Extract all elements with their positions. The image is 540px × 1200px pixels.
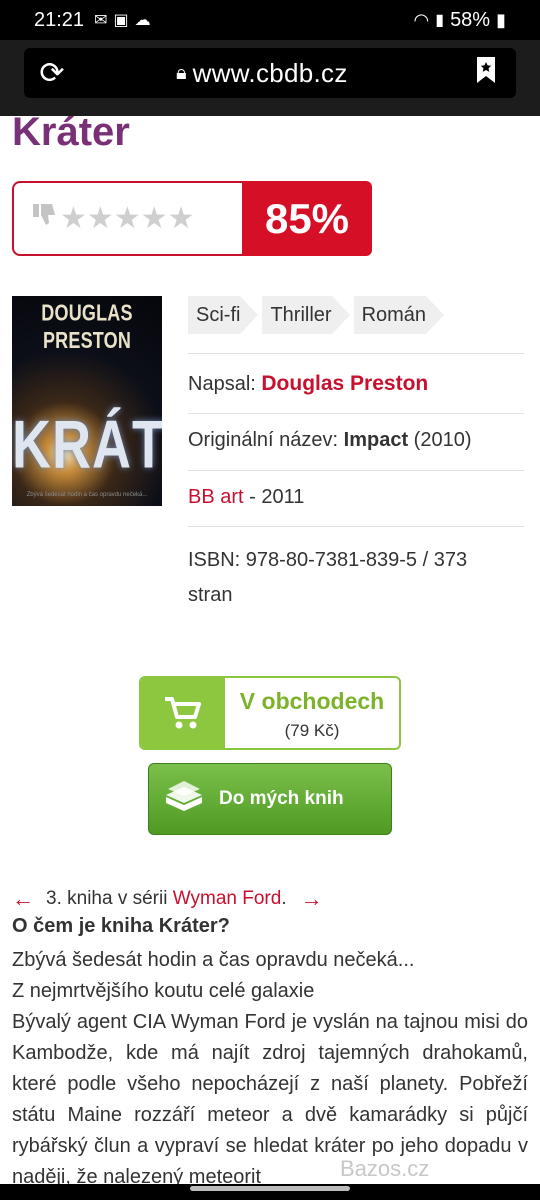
genre-tag[interactable]: Román bbox=[353, 296, 445, 334]
description-line: Bývalý agent CIA Wyman Ford je vyslán na… bbox=[12, 1011, 528, 1188]
star-icon[interactable]: ★ bbox=[114, 201, 141, 236]
cover-author: DOUGLAS PRESTON bbox=[41, 299, 133, 353]
add-to-my-books-button[interactable]: Do mých knih bbox=[148, 763, 392, 835]
page-content: Kráter ★ ★ ★ ★ ★ 85% DOUGLAS PRESTON KRÁ… bbox=[0, 116, 540, 1200]
books-icon bbox=[149, 777, 219, 822]
series-suffix: . bbox=[281, 888, 287, 909]
divider bbox=[188, 413, 524, 414]
author-link[interactable]: Douglas Preston bbox=[261, 372, 428, 395]
shops-label: V obchodech bbox=[239, 688, 385, 714]
status-bar: 21:21 ✉ ▣ ☁ ◠ ▮ 58% ▮ bbox=[0, 0, 540, 40]
cart-icon bbox=[141, 678, 225, 748]
publisher-link[interactable]: BB art bbox=[188, 486, 244, 508]
mail-icon: ✉ bbox=[94, 12, 108, 29]
isbn-text: ISBN: 978-80-7381-839-5 / 373 bbox=[188, 549, 468, 571]
battery-percent: 58% bbox=[450, 8, 491, 31]
description: Zbývá šedesát hodin a čas opravdu nečeká… bbox=[12, 945, 528, 1193]
author-label: Napsal: bbox=[188, 373, 256, 395]
cover-title: KRÁTER bbox=[12, 407, 162, 483]
publisher-year: - 2011 bbox=[249, 486, 305, 508]
shops-price: (79 Kč) bbox=[284, 721, 340, 740]
book-cover[interactable]: DOUGLAS PRESTON KRÁTER Zbývá šedesát hod… bbox=[12, 296, 162, 506]
bookmark-icon[interactable] bbox=[456, 56, 516, 91]
rating-percent: 85% bbox=[242, 181, 372, 256]
gallery-icon: ▣ bbox=[113, 12, 129, 29]
original-year: (2010) bbox=[413, 429, 472, 451]
star-icon[interactable]: ★ bbox=[168, 201, 195, 236]
description-heading: O čem je kniha Kráter? bbox=[12, 915, 230, 937]
divider bbox=[188, 353, 524, 354]
publisher-row: BB art - 2011 bbox=[188, 486, 524, 509]
my-books-label: Do mých knih bbox=[219, 788, 344, 809]
wifi-icon: ◠ bbox=[413, 9, 430, 30]
reload-icon[interactable]: ⟳ bbox=[24, 56, 80, 91]
browser-toolbar: ⟳ 🔒︎ www.cbdb.cz bbox=[0, 40, 540, 116]
prev-arrow-icon[interactable]: ← bbox=[12, 886, 34, 912]
author-row: Napsal: Douglas Preston bbox=[188, 372, 524, 396]
pages-word: stran bbox=[188, 584, 233, 606]
shops-button[interactable]: V obchodech (79 Kč) bbox=[139, 676, 401, 750]
description-line: Z nejmrtvějšího koutu celé galaxie bbox=[12, 980, 315, 1002]
cloud-icon: ☁ bbox=[134, 12, 151, 29]
book-title: Kráter bbox=[12, 116, 130, 154]
isbn-row: ISBN: 978-80-7381-839-5 / 373 stran bbox=[188, 543, 524, 613]
genre-tags: Sci-fi Thriller Román bbox=[188, 296, 448, 334]
genre-tag[interactable]: Sci-fi bbox=[188, 296, 260, 334]
signal-icon: ▮ bbox=[435, 12, 445, 29]
star-icon[interactable]: ★ bbox=[60, 201, 87, 236]
cover-tagline: Zbývá šedesát hodin a čas opravdu nečeká… bbox=[26, 492, 148, 498]
original-title-row: Originální název: Impact (2010) bbox=[188, 429, 524, 452]
clock: 21:21 bbox=[34, 8, 85, 31]
watermark: Bazos.cz bbox=[340, 1156, 430, 1181]
star-icon[interactable]: ★ bbox=[141, 201, 168, 236]
divider bbox=[188, 470, 524, 471]
genre-tag[interactable]: Thriller bbox=[262, 296, 350, 334]
divider bbox=[188, 526, 524, 527]
url-text[interactable]: www.cbdb.cz bbox=[193, 58, 348, 89]
original-title: Impact bbox=[343, 429, 409, 451]
next-arrow-icon[interactable]: → bbox=[301, 886, 323, 912]
star-icon[interactable]: ★ bbox=[87, 201, 114, 236]
lock-icon: 🔒︎ bbox=[176, 61, 187, 84]
rating-widget: ★ ★ ★ ★ ★ 85% bbox=[12, 181, 372, 256]
series-prefix: 3. kniha v sérii bbox=[46, 888, 168, 909]
original-title-label: Originální název: bbox=[188, 429, 339, 451]
home-indicator[interactable] bbox=[190, 1186, 350, 1191]
star-rating[interactable]: ★ ★ ★ ★ ★ bbox=[12, 181, 244, 256]
battery-icon: ▮ bbox=[496, 9, 506, 30]
description-line: Zbývá šedesát hodin a čas opravdu nečeká… bbox=[12, 949, 415, 971]
series-nav: ← 3. kniha v sérii Wyman Ford. → bbox=[12, 886, 323, 912]
address-bar[interactable]: ⟳ 🔒︎ www.cbdb.cz bbox=[24, 48, 516, 98]
thumbs-down-icon[interactable] bbox=[32, 203, 58, 234]
series-link[interactable]: Wyman Ford bbox=[173, 888, 282, 909]
